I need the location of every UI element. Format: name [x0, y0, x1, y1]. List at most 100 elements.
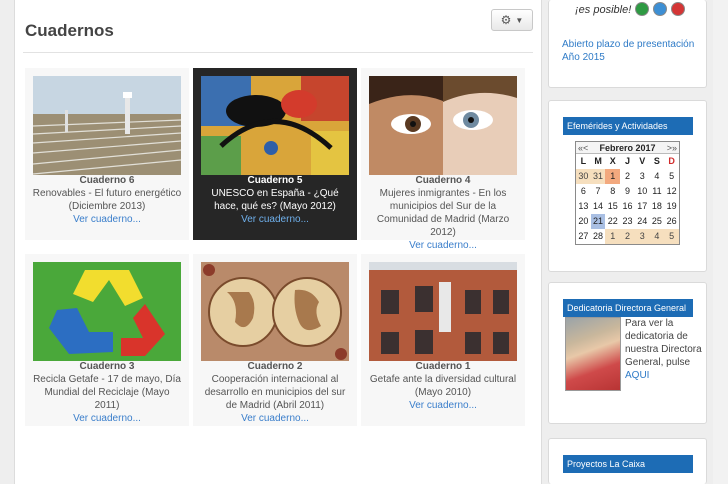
cuaderno-card-4[interactable]: Cuaderno 4 Mujeres inmigrantes - En los … [361, 68, 525, 251]
aqui-link[interactable]: AQUI [625, 370, 649, 381]
card-title: Cuaderno 1 [415, 361, 471, 372]
solar-plant-thumbnail[interactable] [33, 76, 181, 175]
logo-icon [671, 2, 685, 16]
ver-cuaderno-link[interactable]: Ver cuaderno... [367, 239, 519, 252]
day-name: J [624, 156, 630, 166]
calendar-day[interactable]: 3 [635, 169, 650, 184]
calendar-day[interactable]: 25 [650, 214, 665, 229]
prev-month-button[interactable]: «< [578, 143, 588, 153]
calendar-day[interactable]: 8 [605, 184, 620, 199]
calendar-day[interactable]: 4 [650, 169, 665, 184]
day-name: D [668, 156, 675, 166]
logo-icon [635, 2, 649, 16]
world-map-thumbnail[interactable] [201, 262, 349, 361]
day-name: M [594, 156, 602, 166]
ver-cuaderno-link[interactable]: Ver cuaderno... [199, 412, 351, 425]
next-month-button[interactable]: >» [667, 143, 677, 153]
calendar-day[interactable]: 20 [576, 214, 591, 229]
ver-cuaderno-link[interactable]: Ver cuaderno... [199, 213, 351, 226]
card-description: Cooperación internacional al desarrollo … [199, 373, 351, 425]
calendar: «< Febrero 2017 >» L M X J V S D 30 31 1… [575, 141, 680, 245]
calendar-day[interactable]: 18 [650, 199, 665, 214]
calendar-header: «< Febrero 2017 >» [576, 142, 679, 154]
calendar-month: Febrero 2017 [599, 142, 656, 153]
news-box: ¡es posible! Abierto plazo de presentaci… [548, 0, 707, 88]
calendar-day[interactable]: 31 [590, 169, 606, 184]
news-link[interactable]: Abierto plazo de presentación Año 2015 [562, 38, 702, 64]
card-description-text: Mujeres inmigrantes - En los municipios … [376, 188, 510, 238]
card-title: Cuaderno 2 [247, 361, 303, 372]
calendar-heading: Efemérides y Actividades [563, 117, 693, 135]
director-photo [565, 317, 621, 391]
calendar-day[interactable]: 14 [591, 199, 606, 214]
calendar-day[interactable]: 1 [605, 169, 621, 184]
ver-cuaderno-link[interactable]: Ver cuaderno... [31, 213, 183, 226]
brick-building-thumbnail[interactable] [369, 262, 517, 361]
cuaderno-card-3[interactable]: Cuaderno 3 Recicla Getafe - 17 de mayo, … [25, 254, 189, 426]
card-description-text: Getafe ante la diversidad cultural (Mayo… [369, 374, 517, 398]
calendar-day[interactable]: 23 [620, 214, 635, 229]
calendar-day[interactable]: 30 [576, 169, 591, 184]
cuaderno-card-1[interactable]: Cuaderno 1 Getafe ante la diversidad cul… [361, 254, 525, 426]
title-divider [23, 52, 533, 53]
card-title: Cuaderno 6 [79, 175, 135, 186]
card-title: Cuaderno 4 [415, 175, 471, 186]
calendar-day[interactable]: 4 [649, 229, 665, 244]
calendar-day[interactable]: 17 [635, 199, 650, 214]
calendar-day[interactable]: 2 [620, 229, 635, 244]
calendar-day[interactable]: 16 [620, 199, 635, 214]
calendar-day-today[interactable]: 21 [590, 214, 606, 229]
calendar-day[interactable]: 10 [635, 184, 650, 199]
card-description: UNESCO en España - ¿Qué hace, qué es? (M… [199, 187, 351, 226]
settings-menu-button[interactable]: ⚙ ▼ [491, 9, 533, 31]
card-description: Renovables - El futuro energético (Dicie… [31, 187, 183, 226]
day-name: S [653, 156, 660, 166]
dedicatoria-text: Para ver la dedicatoria de nuestra Direc… [625, 317, 703, 382]
card-description-text: Cooperación internacional al desarrollo … [204, 374, 346, 411]
card-title: Cuaderno 3 [79, 361, 135, 372]
calendar-day[interactable]: 13 [576, 199, 591, 214]
calendar-day[interactable]: 19 [664, 199, 679, 214]
proyectos-box: Proyectos La Caixa [548, 438, 707, 484]
card-description: Mujeres inmigrantes - En los municipios … [367, 187, 519, 252]
ver-cuaderno-link[interactable]: Ver cuaderno... [31, 412, 183, 425]
calendar-day[interactable]: 7 [591, 184, 606, 199]
day-name: L [580, 156, 587, 166]
calendar-grid: L M X J V S D 30 31 1 2 3 4 5 6 7 8 9 10… [576, 154, 679, 244]
card-description-text: Renovables - El futuro energético (Dicie… [32, 188, 182, 212]
calendar-day[interactable]: 1 [605, 229, 621, 244]
calendar-day[interactable]: 26 [664, 214, 679, 229]
proyectos-heading[interactable]: Proyectos La Caixa [563, 455, 693, 473]
calendar-day[interactable]: 5 [664, 229, 679, 244]
dedicatoria-heading: Dedicatoria Directora General [563, 299, 693, 317]
day-name: X [609, 156, 616, 166]
card-title: Cuaderno 5 [247, 175, 303, 186]
cuaderno-card-2[interactable]: Cuaderno 2 Cooperación internacional al … [193, 254, 357, 426]
page-edge [713, 0, 728, 484]
calendar-day[interactable]: 27 [576, 229, 591, 244]
faces-thumbnail[interactable] [369, 76, 517, 175]
slogan-text: ¡es posible! [575, 4, 632, 16]
logo-icon [653, 2, 667, 16]
card-description: Recicla Getafe - 17 de mayo, Día Mundial… [31, 373, 183, 425]
calendar-day[interactable]: 2 [620, 169, 635, 184]
unesco-art-thumbnail[interactable] [201, 76, 349, 175]
calendar-day[interactable]: 6 [576, 184, 591, 199]
cuaderno-card-6[interactable]: Cuaderno 6 Renovables - El futuro energé… [25, 68, 189, 240]
calendar-day[interactable]: 15 [605, 199, 620, 214]
calendar-day[interactable]: 24 [635, 214, 650, 229]
ver-cuaderno-link[interactable]: Ver cuaderno... [367, 399, 519, 412]
calendar-day[interactable]: 22 [605, 214, 620, 229]
calendar-day[interactable]: 28 [591, 229, 606, 244]
calendar-day[interactable]: 12 [664, 184, 679, 199]
main-panel: Cuadernos ⚙ ▼ Cuaderno 6 Renovables - El … [14, 0, 542, 484]
page-title: Cuadernos [25, 21, 114, 40]
recycle-thumbnail[interactable] [33, 262, 181, 361]
cuaderno-card-5[interactable]: Cuaderno 5 UNESCO en España - ¿Qué hace,… [193, 68, 357, 240]
chevron-down-icon: ▼ [515, 15, 524, 25]
calendar-day[interactable]: 3 [634, 229, 650, 244]
card-description-text: Recicla Getafe - 17 de mayo, Día Mundial… [33, 374, 181, 411]
calendar-day[interactable]: 11 [650, 184, 665, 199]
calendar-day[interactable]: 5 [664, 169, 679, 184]
calendar-day[interactable]: 9 [620, 184, 635, 199]
